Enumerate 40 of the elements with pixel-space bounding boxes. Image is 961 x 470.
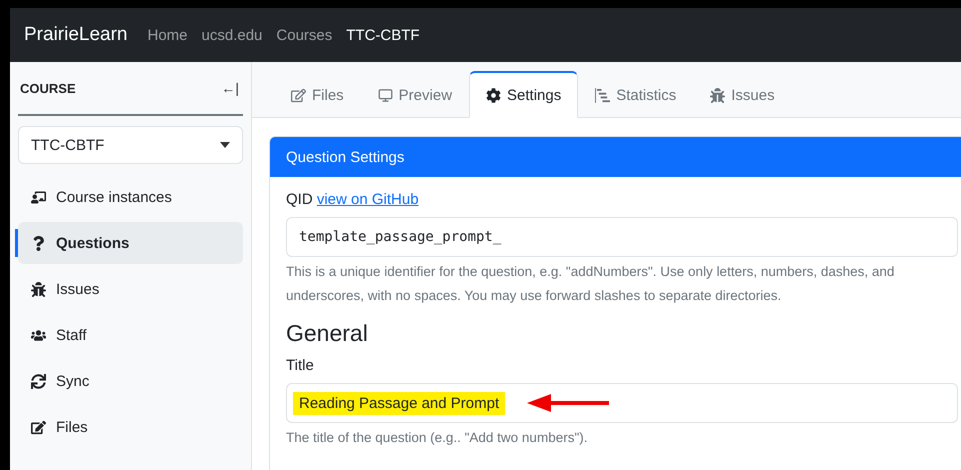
breadcrumb-link[interactable]: Home	[148, 26, 188, 44]
tab[interactable]: Files	[274, 72, 361, 118]
sidebar-item[interactable]: Questions	[18, 222, 243, 264]
settings-icon	[486, 88, 502, 102]
title-input[interactable]: Reading Passage and Prompt	[286, 383, 958, 423]
breadcrumb-link[interactable]: TTC-CBTF	[346, 26, 420, 44]
caret-icon	[220, 142, 230, 148]
breadcrumb-link[interactable]: Courses	[276, 26, 332, 44]
tab[interactable]: Settings	[469, 71, 578, 118]
sidebar-heading: COURSE	[20, 80, 76, 96]
edit-icon	[291, 88, 306, 102]
tab[interactable]: Issues	[693, 72, 792, 118]
qid-input[interactable]: template_passage_prompt_	[286, 217, 958, 257]
qid-label: QID view on GitHub	[286, 191, 420, 208]
course-select[interactable]: TTC-CBTF	[18, 126, 243, 164]
section-heading: General	[286, 320, 369, 347]
tab[interactable]: Statistics	[578, 72, 694, 118]
sidebar-item[interactable]: Course instances	[18, 176, 243, 218]
monitor-icon	[378, 88, 393, 102]
sync-icon	[31, 374, 46, 388]
presentation-icon	[31, 190, 46, 204]
question-mark-icon	[31, 236, 46, 250]
help-text: This is a unique identifier for the question, e.g. "addNumbers". Use only letters, numbers, dashes, and underscores, with no spaces. You may use forward slashes to separate directories.	[286, 263, 896, 305]
title-label: Title	[286, 357, 315, 374]
github-link[interactable]: view on GitHub	[316, 191, 419, 208]
sidebar-item[interactable]: Issues	[18, 268, 243, 310]
sidebar-item[interactable]: Sync	[18, 360, 243, 402]
tab[interactable]: Preview	[360, 72, 470, 118]
bug-icon	[710, 88, 726, 102]
brand-logo-text[interactable]: PrairieLearn	[24, 24, 128, 46]
breadcrumb-link[interactable]: ucsd.edu	[202, 26, 262, 44]
bug-icon	[31, 282, 46, 296]
users-icon	[31, 328, 46, 342]
chart-icon	[595, 88, 610, 102]
card-header: Question Settings	[270, 137, 961, 177]
sidebar-item[interactable]: Files	[18, 406, 243, 448]
collapse-sidebar-button[interactable]: ←|	[221, 80, 239, 96]
sidebar-item[interactable]: Staff	[18, 314, 243, 356]
help-text: The title of the question (e.g.. "Add two numbers").	[286, 429, 588, 447]
edit-icon	[31, 420, 46, 434]
